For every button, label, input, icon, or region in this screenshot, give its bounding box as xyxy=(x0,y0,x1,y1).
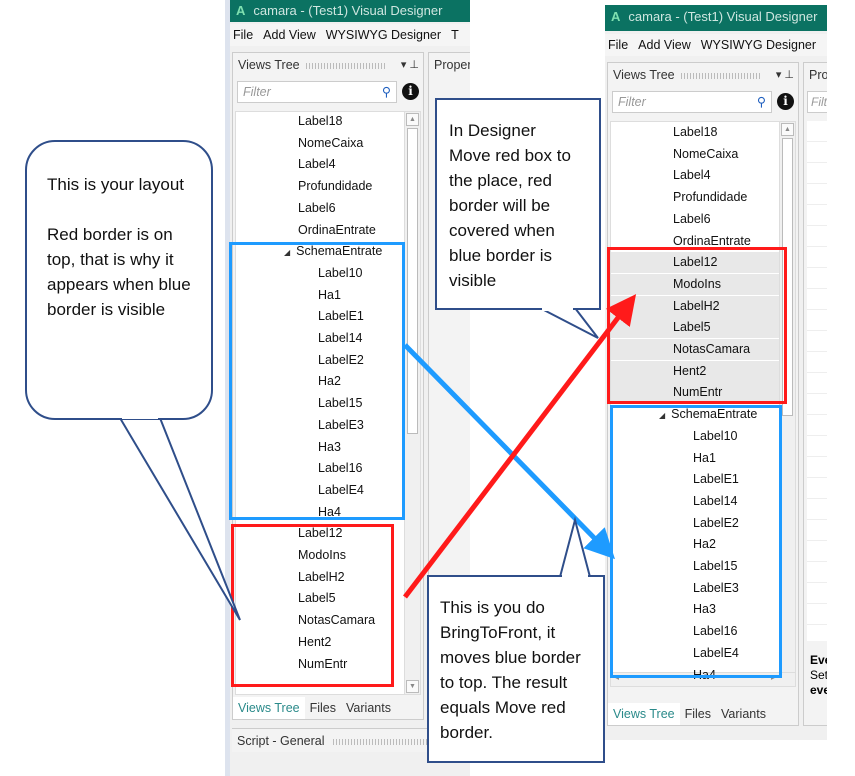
scroll-up-icon[interactable]: ▲ xyxy=(406,113,419,126)
tree-item-label: Label6 xyxy=(298,200,336,215)
tree-item-label: Label4 xyxy=(298,157,336,172)
filter-input[interactable]: Filter ⚲ xyxy=(612,91,772,113)
filter-input[interactable]: Filter ⚲ xyxy=(237,81,397,103)
menu-add-view[interactable]: Add View xyxy=(263,28,316,42)
callout-bring-to-front-text: This is you do BringToFront, it moves bl… xyxy=(440,598,581,742)
callout-designer: In Designer Move red box to the place, r… xyxy=(435,98,601,310)
filter-placeholder: Filter xyxy=(618,95,646,109)
tab-files[interactable]: Files xyxy=(305,697,341,719)
tab-variants[interactable]: Variants xyxy=(716,703,771,725)
panel-header: Views Tree ▾ ⊥ xyxy=(233,53,423,77)
properties-title: Pro xyxy=(809,68,827,82)
callout-layout-text: This is your layout Red border is on top… xyxy=(47,175,191,319)
callout-tail xyxy=(539,307,599,339)
scroll-down-icon[interactable]: ▼ xyxy=(406,680,419,693)
menu-bar: File Add View WYSIWYG Designer T xyxy=(230,24,470,46)
tree-item-label: Label18 xyxy=(298,114,343,128)
blue-border-left xyxy=(229,242,405,520)
panel-tabs: Views Tree Files Variants xyxy=(608,703,798,725)
menu-file[interactable]: File xyxy=(608,38,628,52)
window-title: camara - (Test1) Visual Designer xyxy=(628,9,818,24)
app-icon: A xyxy=(236,3,246,18)
script-title: Script - General xyxy=(237,734,325,748)
red-border-left xyxy=(231,524,394,687)
callout-designer-text: In Designer Move red box to the place, r… xyxy=(449,121,571,290)
app-icon: A xyxy=(611,9,621,24)
tree-item-label: Profundidade xyxy=(298,179,373,194)
title-bar: Acamara - (Test1) Visual Designer xyxy=(605,5,827,31)
tree-item-label: Label6 xyxy=(673,211,711,226)
callout-tail xyxy=(118,417,241,621)
tree-item[interactable]: Label18 xyxy=(298,112,343,132)
callout-layout: This is your layout Red border is on top… xyxy=(25,140,213,420)
panel-header: Views Tree ▾ ⊥ xyxy=(608,63,798,87)
scroll-thumb[interactable] xyxy=(407,128,418,434)
properties-panel: Pro Filt EveSeteve xyxy=(803,62,827,726)
pin-icon[interactable]: ▾ ⊥ xyxy=(401,53,419,77)
filter-placeholder: Filter xyxy=(243,85,271,99)
tab-views-tree[interactable]: Views Tree xyxy=(608,703,680,725)
scroll-up-icon[interactable]: ▲ xyxy=(781,123,794,136)
tree-item[interactable]: Label6 xyxy=(298,198,336,219)
panel-tabs: Views Tree Files Variants xyxy=(233,697,423,719)
tree-item-label: OrdinaEntrate xyxy=(298,222,376,237)
panel-title: Views Tree xyxy=(613,68,675,82)
tree-item[interactable]: Label4 xyxy=(673,165,711,186)
menu-bar: File Add View WYSIWYG Designer xyxy=(605,34,827,56)
red-border-right xyxy=(607,247,787,404)
title-bar: Acamara - (Test1) Visual Designer xyxy=(230,0,470,22)
tree-item[interactable]: Label6 xyxy=(673,209,711,230)
tab-views-tree[interactable]: Views Tree xyxy=(233,697,305,719)
menu-tools[interactable]: T xyxy=(451,28,459,42)
tree-item-label: Profundidade xyxy=(673,190,748,205)
tree-item-label: OrdinaEntrate xyxy=(673,233,751,248)
panel-title: Views Tree xyxy=(238,58,300,72)
tree-item[interactable]: Label18 xyxy=(673,122,718,143)
menu-add-view[interactable]: Add View xyxy=(638,38,691,52)
pin-icon[interactable]: ▾ ⊥ xyxy=(776,63,794,87)
tree-item[interactable]: NomeCaixa xyxy=(673,144,738,165)
events-desc: Set xyxy=(810,668,827,682)
property-grid[interactable] xyxy=(807,121,827,641)
properties-filter[interactable]: Filt xyxy=(807,91,827,113)
tab-files[interactable]: Files xyxy=(680,703,716,725)
tree-item[interactable]: Profundidade xyxy=(673,187,747,208)
scrollbar[interactable]: ▲ ▼ xyxy=(404,112,420,694)
tree-item[interactable]: Profundidade xyxy=(298,176,372,197)
drag-grip[interactable] xyxy=(305,63,386,69)
properties-title: Proper xyxy=(434,58,470,72)
blue-border-right xyxy=(610,405,782,678)
callout-bring-to-front: This is you do BringToFront, it moves bl… xyxy=(427,575,605,763)
event-description: EveSeteve xyxy=(810,653,827,698)
info-icon[interactable]: i xyxy=(402,83,419,100)
menu-wysiwyg-designer[interactable]: WYSIWYG Designer xyxy=(326,28,441,42)
tree-item-label: NomeCaixa xyxy=(298,135,364,150)
tree-item-label: NomeCaixa xyxy=(673,146,739,161)
drag-grip[interactable] xyxy=(680,73,761,79)
tree-item-label: Label4 xyxy=(673,168,711,183)
events-title: Eve xyxy=(810,653,827,667)
search-icon[interactable]: ⚲ xyxy=(757,92,766,112)
info-icon[interactable]: i xyxy=(777,93,794,110)
menu-file[interactable]: File xyxy=(233,28,253,42)
callout-tail xyxy=(558,516,592,578)
tree-item[interactable]: OrdinaEntrate xyxy=(298,220,376,241)
window-title: camara - (Test1) Visual Designer xyxy=(253,3,443,18)
tab-variants[interactable]: Variants xyxy=(341,697,396,719)
menu-wysiwyg-designer[interactable]: WYSIWYG Designer xyxy=(701,38,816,52)
tree-item-label: Label18 xyxy=(673,125,718,139)
tree-item[interactable]: Label4 xyxy=(298,154,336,175)
search-icon[interactable]: ⚲ xyxy=(382,82,391,102)
tree-item[interactable]: NomeCaixa xyxy=(298,133,363,154)
events-desc: eve xyxy=(810,683,827,697)
